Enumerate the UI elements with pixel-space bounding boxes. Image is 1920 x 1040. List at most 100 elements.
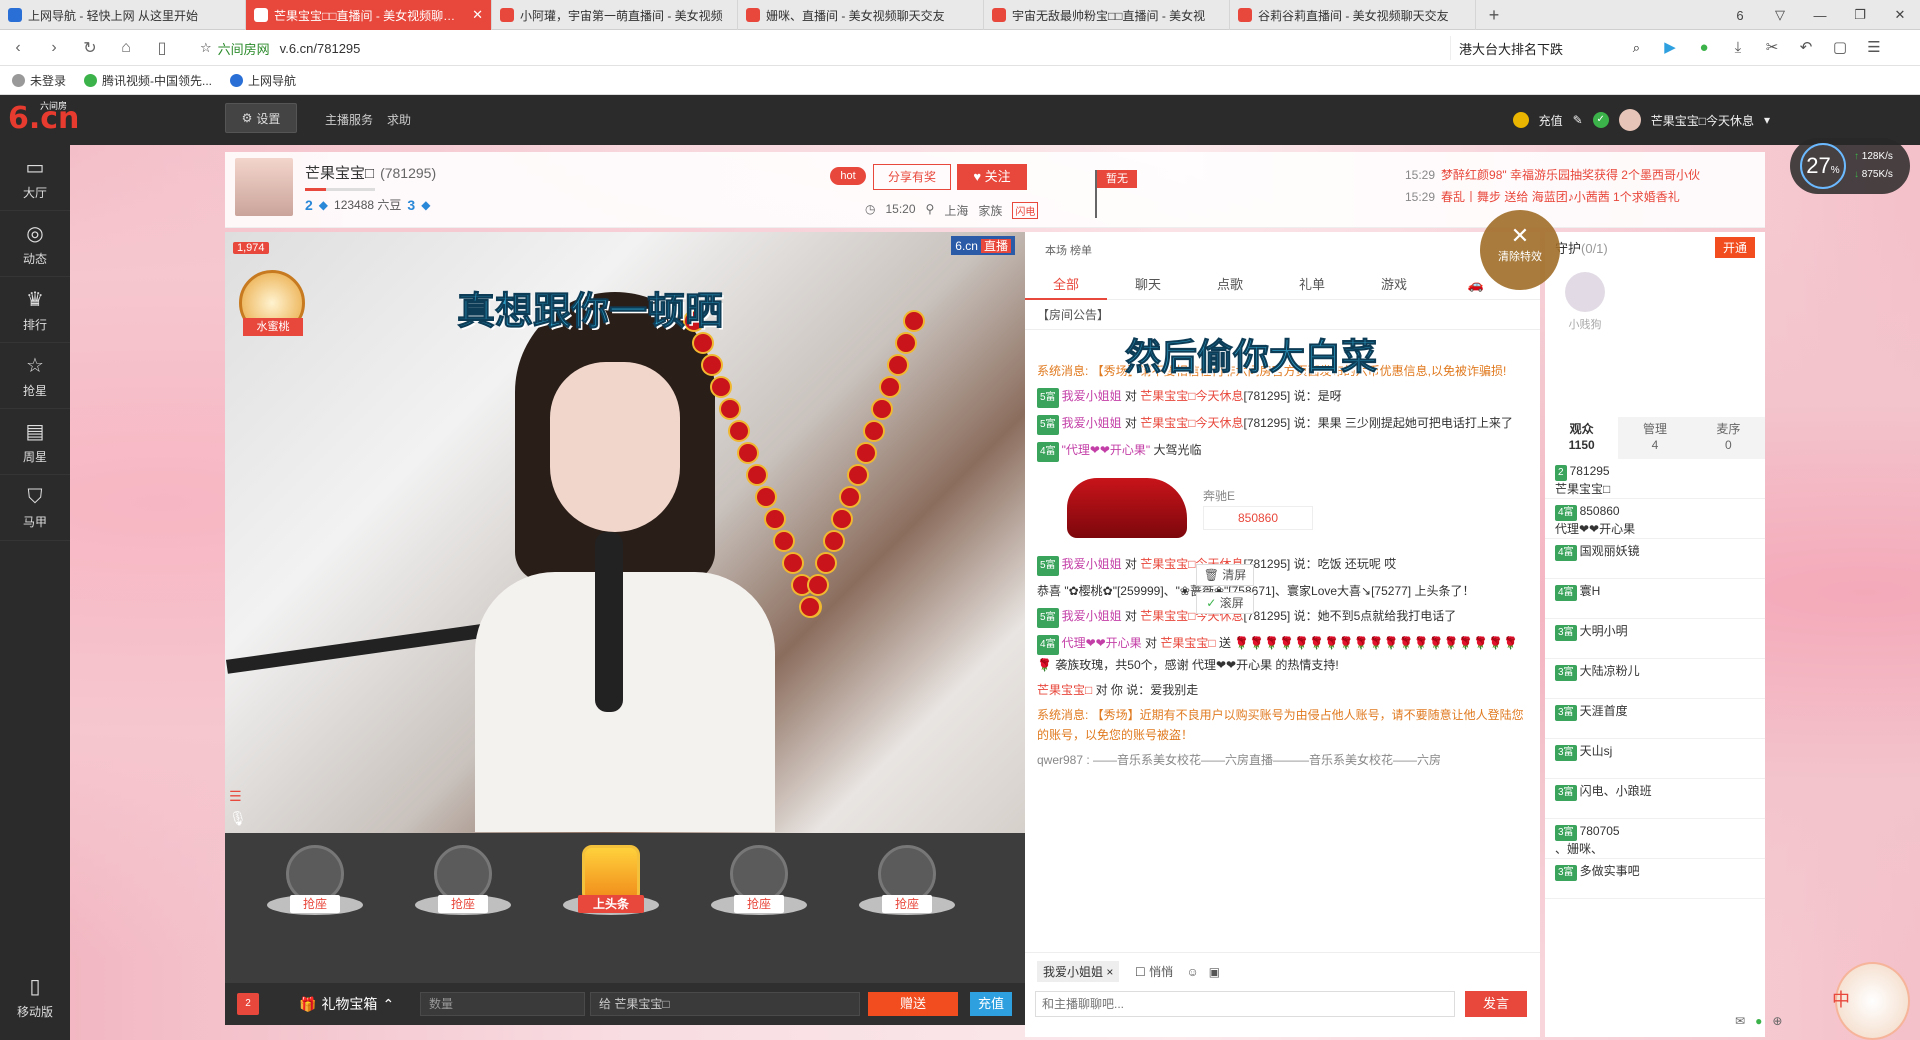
zoom-icon[interactable]: ⊕ <box>1772 1014 1782 1028</box>
reader-icon[interactable]: ▯ <box>144 38 180 58</box>
close-icon[interactable]: ✕ <box>1880 7 1920 23</box>
gift-box-button[interactable]: 🎁 礼物宝箱 ⌃ <box>299 994 394 1014</box>
shirt-icon[interactable]: ▽ <box>1760 7 1800 23</box>
audience-item[interactable]: 4富 寰H <box>1545 579 1765 619</box>
back-icon[interactable]: ‹ <box>0 39 36 57</box>
help-link[interactable]: 求助 <box>387 111 411 128</box>
chat-tab[interactable]: 点歌 <box>1189 270 1271 300</box>
message-target[interactable]: 芒果宝宝□今天休息 <box>1140 416 1243 430</box>
chat-target[interactable]: 我爱小姐姐 × <box>1037 961 1120 982</box>
recharge-link[interactable]: 充值 <box>1539 112 1563 129</box>
browser-tab[interactable]: 谷莉谷莉直播间 - 美女视频聊天交友 <box>1230 0 1476 30</box>
send-gift-button[interactable]: 赠送 <box>868 992 958 1016</box>
follow-button[interactable]: ♥ 关注 <box>957 164 1027 190</box>
download-icon[interactable]: ⤓ <box>1728 38 1748 58</box>
audience-item[interactable]: 3富 780705 、姗咪、 <box>1545 819 1765 859</box>
audience-item[interactable]: 2 781295 芒果宝宝□ <box>1545 459 1765 499</box>
browser-tab[interactable]: 芒果宝宝□□直播间 - 美女视频聊天交友 ✕ <box>246 0 492 30</box>
bookmark-item[interactable]: 未登录 <box>12 72 66 89</box>
nav-item-star[interactable]: ☆ 抢星 <box>0 343 70 409</box>
fan-club-badge[interactable]: 1,974 水蜜桃 <box>233 240 313 350</box>
username[interactable]: 芒果宝宝□今天休息 <box>1651 112 1754 129</box>
browser-tab[interactable]: 上网导航 - 轻快上网 从这里开始 <box>0 0 246 30</box>
chevron-down-icon[interactable]: ▾ <box>1764 113 1770 127</box>
tab-count[interactable]: 6 <box>1720 8 1760 23</box>
url-field[interactable]: ☆ 六间房网 v.6.cn/781295 <box>200 36 1400 60</box>
search-icon[interactable]: ⌕ <box>1633 40 1640 56</box>
chat-tab[interactable]: 聊天 <box>1107 270 1189 300</box>
site-logo[interactable]: 6.cn 六间房 <box>8 101 79 136</box>
star-icon[interactable]: ☆ <box>200 40 212 56</box>
chat-input[interactable] <box>1035 991 1455 1017</box>
message-target[interactable]: 芒果宝宝□ <box>1160 636 1215 650</box>
message-nick[interactable]: 芒果宝宝□ <box>1037 683 1092 697</box>
recharge-button[interactable]: 充值 <box>970 992 1012 1016</box>
mobile-version[interactable]: ▯ 移动版 <box>0 964 70 1030</box>
nav-item-crown[interactable]: ♛ 排行 <box>0 277 70 343</box>
audience-item[interactable]: 4富 国观丽妖镜 <box>1545 539 1765 579</box>
audience-item[interactable]: 3富 大陆凉粉儿 <box>1545 659 1765 699</box>
share-button[interactable]: 分享有奖 <box>873 164 951 190</box>
edit-icon[interactable]: ✎ <box>1573 113 1583 127</box>
reload-icon[interactable]: ↻ <box>72 38 108 58</box>
clear-effects-button[interactable]: ✕ 清除特效 <box>1480 210 1560 290</box>
menu-icon[interactable]: ☰ <box>1864 38 1884 58</box>
message-target[interactable]: 芒果宝宝□今天休息 <box>1140 389 1243 403</box>
clear-screen-button[interactable]: 🗑 清屏 <box>1196 564 1254 586</box>
open-guard-button[interactable]: 开通 <box>1714 236 1755 258</box>
settings-button[interactable]: ⚙ 设置 <box>225 103 297 133</box>
audience-tab[interactable]: 麦序 0 <box>1692 417 1765 459</box>
message-nick[interactable]: 我爱小姐姐 <box>1062 609 1122 623</box>
image-icon[interactable]: ▣ <box>1209 965 1220 979</box>
shield-icon[interactable]: ● <box>1755 1014 1762 1028</box>
wechat-icon[interactable]: ● <box>1694 38 1714 58</box>
grab-seat[interactable]: 抢座 <box>857 845 957 965</box>
nav-item-cup[interactable]: ▤ 周星 <box>0 409 70 475</box>
news-item[interactable]: 15:29 春乱丨舞步 送给 海蓝团♪小茜茜 1个求婚香礼 <box>1405 186 1700 208</box>
rank-list-button[interactable]: 本场 榜单 <box>1045 244 1092 258</box>
forward-icon[interactable]: › <box>36 39 72 57</box>
close-tab-icon[interactable]: ✕ <box>472 7 483 23</box>
new-tab-icon[interactable]: + <box>1476 0 1512 29</box>
chat-tab[interactable]: 礼单 <box>1271 270 1353 300</box>
guard-slot[interactable]: 小贱狗 <box>1545 262 1625 342</box>
bookmark-item[interactable]: 上网导航 <box>230 72 296 89</box>
restore-icon[interactable]: ❐ <box>1840 7 1880 23</box>
home-icon[interactable]: ⌂ <box>108 39 144 57</box>
message-nick[interactable]: 我爱小姐姐 <box>1062 416 1122 430</box>
network-speed-widget[interactable]: 27% ↑ 128K/s ↓ 875K/s <box>1790 138 1910 194</box>
audience-item[interactable]: 3富 闪电、小踉班 <box>1545 779 1765 819</box>
message-nick[interactable]: 我爱小姐姐 <box>1062 389 1122 403</box>
scissors-icon[interactable]: ✂ <box>1762 38 1782 58</box>
anchor-avatar[interactable] <box>235 158 293 216</box>
nav-item-tv[interactable]: ▭ 大厅 <box>0 145 70 211</box>
emoji-icon[interactable]: ☺ <box>1186 965 1198 979</box>
user-avatar[interactable] <box>1618 109 1641 131</box>
red-packet-icon[interactable]: 2 <box>237 993 259 1015</box>
mic-icon[interactable]: 🎙 <box>229 807 247 829</box>
chat-tab[interactable]: 游戏 <box>1353 270 1435 300</box>
nav-item-vest[interactable]: ⛉ 马甲 <box>0 475 70 541</box>
message-nick[interactable]: "代理❤❤开心果" <box>1062 443 1151 457</box>
recipient-select[interactable]: 给 芒果宝宝□ <box>590 992 860 1016</box>
news-item[interactable]: 15:29 梦醉红颜98" 幸福游乐园抽奖获得 2个墨西哥小伙 <box>1405 164 1700 186</box>
bookmark-item[interactable]: 腾讯视频-中国领先... <box>84 72 212 89</box>
audience-item[interactable]: 3富 天涯首度 <box>1545 699 1765 739</box>
anchor-service-link[interactable]: 主播服务 <box>325 111 373 128</box>
bag-icon[interactable]: ▢ <box>1830 38 1850 58</box>
list-icon[interactable]: ☰ <box>229 785 247 807</box>
audience-item[interactable]: 3富 多做实事吧 <box>1545 859 1765 899</box>
minimize-icon[interactable]: — <box>1800 8 1840 23</box>
audience-item[interactable]: 3富 天山sj <box>1545 739 1765 779</box>
audience-tab[interactable]: 管理 4 <box>1618 417 1691 459</box>
audience-item[interactable]: 3富 大明小明 <box>1545 619 1765 659</box>
audience-tab[interactable]: 观众 1150 <box>1545 417 1619 459</box>
family-tag[interactable]: 闪电 <box>1012 202 1039 219</box>
quantity-input[interactable]: 数量 <box>420 992 585 1016</box>
play-icon[interactable]: ▶ <box>1660 38 1680 58</box>
chat-tab[interactable]: 全部 <box>1025 270 1107 300</box>
grab-seat[interactable]: 抢座 <box>709 845 809 965</box>
search-field[interactable]: 港大台大排名下跌 ⌕ <box>1450 36 1640 60</box>
grab-seat[interactable]: 抢座 <box>265 845 365 965</box>
browser-tab[interactable]: 宇宙无敌最帅粉宝□□直播间 - 美女视 <box>984 0 1230 30</box>
